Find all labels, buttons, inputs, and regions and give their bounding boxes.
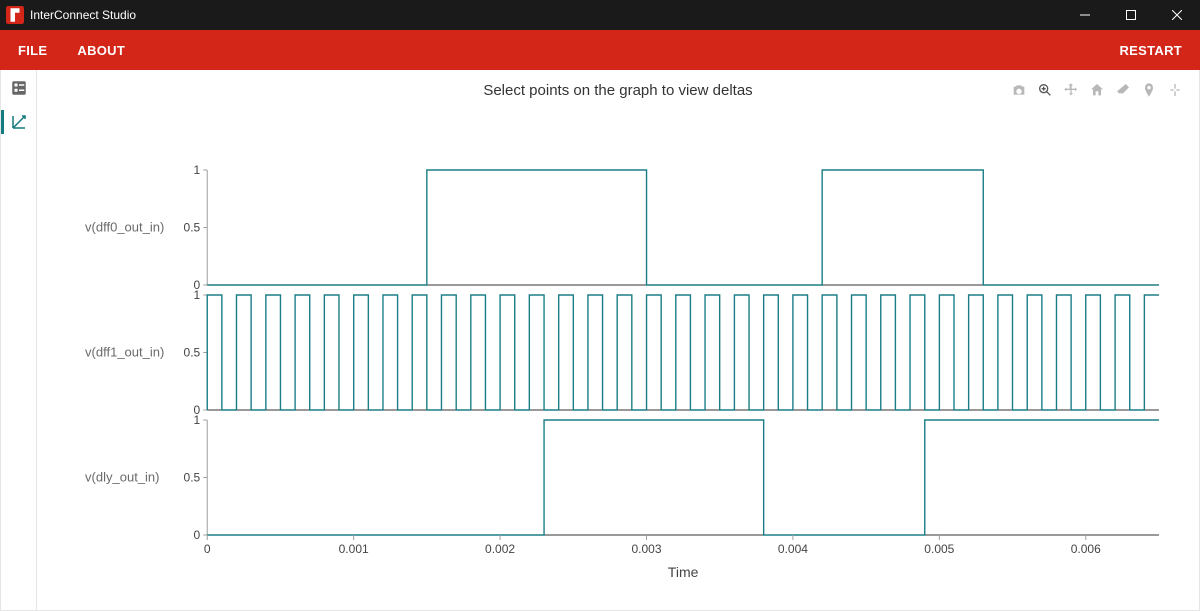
window-titlebar: InterConnect Studio xyxy=(0,0,1200,30)
svg-text:0.5: 0.5 xyxy=(184,346,201,360)
app-icon xyxy=(6,6,24,24)
svg-text:v(dff1_out_in): v(dff1_out_in) xyxy=(85,345,164,360)
menu-restart[interactable]: RESTART xyxy=(1119,43,1182,58)
svg-text:1: 1 xyxy=(194,163,201,177)
modebar-eraser-icon[interactable] xyxy=(1113,80,1133,100)
svg-text:0.002: 0.002 xyxy=(485,542,515,556)
left-sidebar xyxy=(1,70,37,610)
svg-text:0.004: 0.004 xyxy=(778,542,808,556)
plot-modebar xyxy=(1009,80,1185,100)
svg-text:0.006: 0.006 xyxy=(1071,542,1101,556)
svg-text:Time: Time xyxy=(668,564,699,580)
svg-text:0.5: 0.5 xyxy=(184,471,201,485)
menu-about[interactable]: ABOUT xyxy=(77,43,125,58)
main-panel: Select points on the graph to view delta… xyxy=(37,70,1199,610)
svg-text:1: 1 xyxy=(194,413,201,427)
svg-text:1: 1 xyxy=(194,288,201,302)
modebar-spike-icon[interactable] xyxy=(1139,80,1159,100)
svg-text:0.5: 0.5 xyxy=(184,221,201,235)
modebar-zoom-icon[interactable] xyxy=(1035,80,1055,100)
modebar-pan-icon[interactable] xyxy=(1061,80,1081,100)
svg-text:0.001: 0.001 xyxy=(339,542,369,556)
window-maximize-button[interactable] xyxy=(1108,0,1154,30)
svg-text:0: 0 xyxy=(194,528,201,542)
window-minimize-button[interactable] xyxy=(1062,0,1108,30)
menubar: FILE ABOUT RESTART xyxy=(0,30,1200,70)
modebar-camera-icon[interactable] xyxy=(1009,80,1029,100)
sidebar-form-button[interactable] xyxy=(7,76,31,100)
chart-area[interactable]: 00.51v(dff0_out_in)00.51v(dff1_out_in)00… xyxy=(77,130,1169,590)
svg-text:v(dff0_out_in): v(dff0_out_in) xyxy=(85,220,164,235)
svg-text:0: 0 xyxy=(204,542,211,556)
svg-text:v(dly_out_in): v(dly_out_in) xyxy=(85,470,160,485)
app-title: InterConnect Studio xyxy=(30,8,136,22)
menu-file[interactable]: FILE xyxy=(18,43,47,58)
svg-text:0.005: 0.005 xyxy=(924,542,954,556)
sidebar-plot-button[interactable] xyxy=(1,110,36,134)
svg-text:0.003: 0.003 xyxy=(631,542,661,556)
modebar-autoscale-icon[interactable] xyxy=(1165,80,1185,100)
modebar-home-icon[interactable] xyxy=(1087,80,1107,100)
window-close-button[interactable] xyxy=(1154,0,1200,30)
